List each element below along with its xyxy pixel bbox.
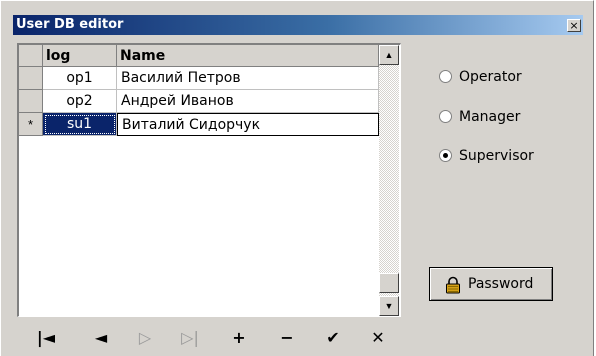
cell-log[interactable]: su1 [43,113,117,136]
delete-record-button[interactable]: − [274,325,300,351]
table-row[interactable]: op1 Василий Петров [19,67,379,90]
indicator-header [19,45,43,67]
radio-label-manager: Manager [459,109,521,125]
radio-label-operator: Operator [459,69,522,85]
first-record-button[interactable]: |◄ [33,325,59,351]
scroll-thumb[interactable] [379,273,399,293]
row-indicator[interactable]: * [19,113,43,136]
row-indicator[interactable] [19,90,43,113]
table-row-selected[interactable]: * su1 Виталий Сидорчук [19,113,379,136]
next-record-button[interactable]: ▷ [132,325,158,351]
radio-label-supervisor: Supervisor [459,148,534,164]
radio-circle-checked[interactable] [439,149,452,162]
table-row[interactable]: op2 Андрей Иванов [19,90,379,113]
title-bar: User DB editor [13,15,583,35]
cell-log[interactable]: op1 [43,67,117,90]
scroll-down-button[interactable]: ▼ [379,296,399,316]
padlock-icon [446,276,460,294]
cell-name[interactable]: Андрей Иванов [117,90,379,113]
password-button[interactable]: Password [429,267,553,301]
prior-record-button[interactable]: ◄ [88,325,114,351]
cell-name[interactable]: Виталий Сидорчук [117,113,379,136]
user-db-editor-window: User DB editor × log Name op1 Василий Пе… [0,0,594,356]
vertical-scrollbar[interactable]: ▲ ▼ [379,45,399,316]
cell-name[interactable]: Василий Петров [117,67,379,90]
cancel-edit-button[interactable]: ✕ [365,325,391,351]
user-grid[interactable]: log Name op1 Василий Петров op2 Андрей И… [17,43,401,317]
password-button-label: Password [468,276,534,292]
column-header-name[interactable]: Name [117,45,379,67]
post-edit-button[interactable]: ✔ [320,325,346,351]
radio-circle[interactable] [439,110,452,123]
column-header-log[interactable]: log [43,45,117,67]
cell-log[interactable]: op2 [43,90,117,113]
last-record-button[interactable]: ▷| [177,325,203,351]
insert-record-button[interactable]: + [226,325,252,351]
row-indicator[interactable] [19,67,43,90]
radio-circle[interactable] [439,70,452,83]
close-button[interactable]: × [567,19,581,32]
scroll-up-button[interactable]: ▲ [379,45,399,65]
window-title: User DB editor [16,17,124,32]
